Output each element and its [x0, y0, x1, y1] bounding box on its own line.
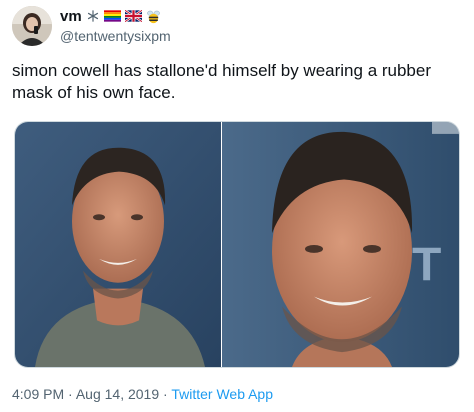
snowflake-icon — [87, 10, 98, 22]
photo-right[interactable]: T — [222, 122, 460, 367]
tweet-footer: 4:09 PM · Aug 14, 2019 · Twitter Web App — [12, 386, 273, 402]
rainbow-flag-icon — [103, 10, 121, 22]
photo-left[interactable] — [15, 122, 221, 367]
background-letter: T — [412, 239, 441, 292]
user-handle[interactable]: @tentwentysixpm — [60, 28, 171, 44]
tweet-media[interactable]: T — [14, 121, 460, 368]
user-name-row[interactable]: vm — [60, 6, 161, 26]
footer-separator: · — [68, 386, 73, 402]
tweet-source-link[interactable]: Twitter Web App — [171, 386, 273, 402]
tweet-date[interactable]: Aug 14, 2019 — [76, 386, 159, 402]
uk-flag-icon — [124, 10, 142, 22]
footer-separator: · — [163, 386, 168, 402]
display-name[interactable]: vm — [60, 8, 82, 25]
avatar[interactable] — [12, 6, 52, 46]
avatar-image — [12, 6, 52, 46]
tweet-text: simon cowell has stallone'd himself by w… — [12, 61, 432, 102]
bee-icon — [146, 10, 160, 23]
tweet: vm @tentwentysixpm simon cowell has stal… — [0, 0, 474, 412]
tweet-time[interactable]: 4:09 PM — [12, 386, 64, 402]
